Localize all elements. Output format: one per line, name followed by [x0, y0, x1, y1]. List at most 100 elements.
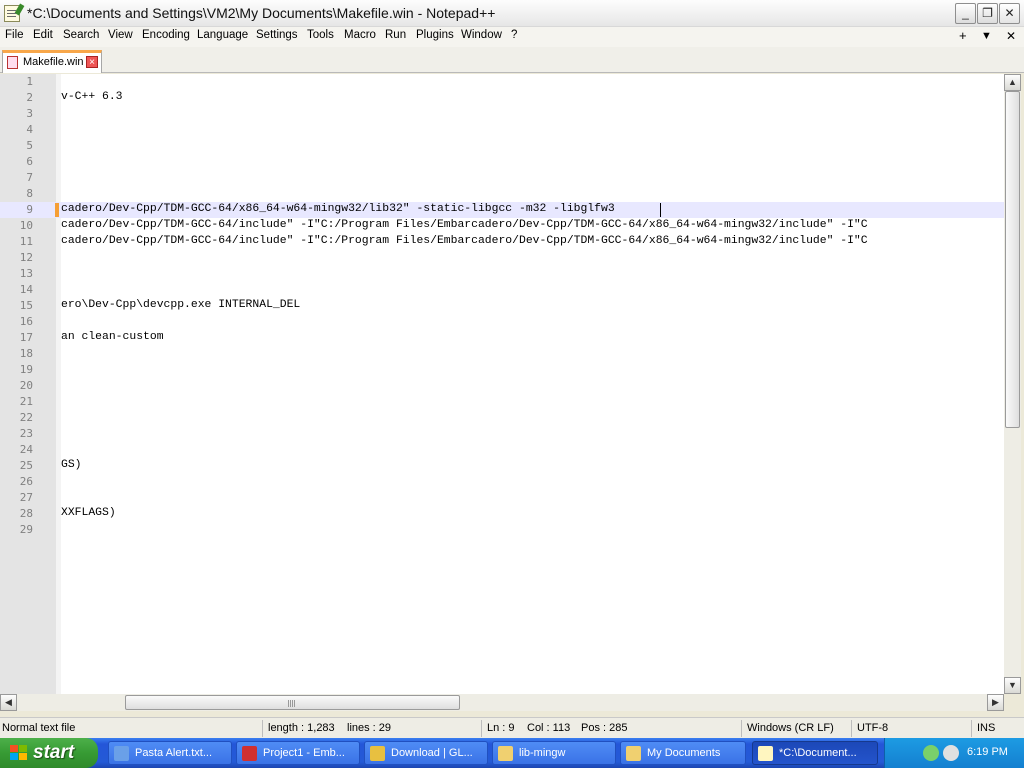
vertical-scroll-thumb[interactable]: [1005, 91, 1020, 428]
code-line[interactable]: 10 cadero/Dev-Cpp/TDM-GCC-64/include" -I"…: [0, 218, 1004, 234]
menu-run[interactable]: Run: [385, 29, 406, 41]
tab-close-icon[interactable]: ×: [86, 56, 98, 68]
taskbar-button[interactable]: lib-mingw: [492, 741, 616, 765]
code-line[interactable]: 25 GS): [0, 458, 1004, 474]
code-line[interactable]: 19: [0, 362, 1004, 378]
code-line[interactable]: 14: [0, 282, 1004, 298]
menu-encoding[interactable]: Encoding: [142, 29, 190, 41]
tab-makefile-win[interactable]: Makefile.win ×: [2, 50, 102, 73]
taskbar-button-label: Download | GL...: [391, 747, 473, 759]
code-line[interactable]: 17 an clean-custom: [0, 330, 1004, 346]
code-line[interactable]: 5: [0, 138, 1004, 154]
code-line[interactable]: 13: [0, 266, 1004, 282]
code-line[interactable]: 26: [0, 474, 1004, 490]
close-button[interactable]: ✕: [999, 3, 1020, 24]
menu-file[interactable]: File: [5, 29, 24, 41]
code-line[interactable]: 22: [0, 410, 1004, 426]
taskbar-app-icon: [498, 746, 513, 761]
taskbar-button-label: Pasta Alert.txt...: [135, 747, 213, 759]
line-number: 13: [19, 267, 33, 280]
code-line[interactable]: 24: [0, 442, 1004, 458]
menu-language[interactable]: Language: [197, 29, 248, 41]
safely-remove-icon[interactable]: [943, 745, 959, 761]
line-number: 8: [26, 187, 33, 200]
status-insert-mode: INS: [977, 722, 996, 734]
line-number: 5: [26, 139, 33, 152]
tab-list-dropdown[interactable]: ▼: [981, 30, 992, 42]
code-line[interactable]: 7: [0, 170, 1004, 186]
line-number: 29: [19, 523, 33, 536]
line-text: ero\Dev-Cpp\devcpp.exe INTERNAL_DEL: [61, 299, 301, 311]
code-line[interactable]: 18: [0, 346, 1004, 362]
taskbar-button[interactable]: Download | GL...: [364, 741, 488, 765]
code-line[interactable]: 12: [0, 250, 1004, 266]
line-number: 1: [26, 75, 33, 88]
horizontal-scrollbar[interactable]: ◀ ▶: [0, 694, 1004, 711]
line-number: 11: [19, 235, 33, 248]
horizontal-scroll-thumb[interactable]: [125, 695, 460, 710]
status-file-type: Normal text file: [2, 722, 76, 734]
menu-view[interactable]: View: [108, 29, 133, 41]
status-position: Pos : 285: [581, 722, 628, 734]
scroll-down-button[interactable]: ▼: [1004, 677, 1021, 694]
code-line[interactable]: 16: [0, 314, 1004, 330]
code-line[interactable]: 3: [0, 106, 1004, 122]
status-column: Col : 113: [527, 722, 571, 734]
line-number: 9: [26, 203, 33, 216]
line-number: 18: [19, 347, 33, 360]
menu-settings[interactable]: Settings: [256, 29, 298, 41]
code-line[interactable]: 23: [0, 426, 1004, 442]
taskbar-button[interactable]: My Documents: [620, 741, 746, 765]
code-line[interactable]: 27: [0, 490, 1004, 506]
scroll-right-button[interactable]: ▶: [987, 694, 1004, 711]
menu-search[interactable]: Search: [63, 29, 99, 41]
code-line[interactable]: 1: [0, 74, 1004, 90]
code-line[interactable]: 15 ero\Dev-Cpp\devcpp.exe INTERNAL_DEL: [0, 298, 1004, 314]
scroll-up-button[interactable]: ▲: [1004, 74, 1021, 91]
clock: 6:19 PM: [967, 746, 1008, 758]
minimize-button[interactable]: _: [955, 3, 976, 24]
taskbar-button[interactable]: Pasta Alert.txt...: [108, 741, 232, 765]
vertical-scrollbar[interactable]: ▲ ▼: [1004, 74, 1021, 694]
close-document-button[interactable]: ✕: [1006, 29, 1016, 43]
line-number: 15: [19, 299, 33, 312]
status-separator: [851, 720, 852, 737]
line-number: 3: [26, 107, 33, 120]
code-line[interactable]: 9 cadero/Dev-Cpp/TDM-GCC-64/x86_64-w64-mi…: [0, 202, 1004, 218]
code-line[interactable]: 29: [0, 522, 1004, 538]
code-line[interactable]: 4: [0, 122, 1004, 138]
editor-area[interactable]: 1 2 v-C++ 6.3 3 4 5 6 7 8 9 cadero/Dev-Cpp/TDM-GCC…: [0, 74, 1004, 694]
menu-macro[interactable]: Macro: [344, 29, 376, 41]
code-line[interactable]: 2 v-C++ 6.3: [0, 90, 1004, 106]
line-number: 17: [19, 331, 33, 344]
status-line: Ln : 9: [487, 722, 515, 734]
code-line[interactable]: 28 XXFLAGS): [0, 506, 1004, 522]
taskbar-button[interactable]: *C:\Document...: [752, 741, 878, 765]
code-line[interactable]: 11 cadero/Dev-Cpp/TDM-GCC-64/include" -I"…: [0, 234, 1004, 250]
taskbar-app-icon: [370, 746, 385, 761]
change-history-marker: [55, 203, 59, 217]
menu-window[interactable]: Window: [461, 29, 502, 41]
line-number: 23: [19, 427, 33, 440]
system-tray: 6:19 PM: [884, 738, 1024, 768]
notepad-plus-plus-icon[interactable]: [4, 3, 25, 22]
restore-button[interactable]: ❐: [977, 3, 998, 24]
taskbar-button-label: lib-mingw: [519, 747, 566, 759]
menu-help[interactable]: ?: [511, 29, 517, 41]
menu-bar: File Edit Search View Encoding Language …: [0, 27, 1024, 47]
code-line[interactable]: 6: [0, 154, 1004, 170]
new-tab-button[interactable]: +: [959, 28, 967, 43]
menu-edit[interactable]: Edit: [33, 29, 53, 41]
scroll-left-button[interactable]: ◀: [0, 694, 17, 711]
menu-tools[interactable]: Tools: [307, 29, 334, 41]
start-button[interactable]: start: [0, 738, 98, 768]
taskbar-button[interactable]: Project1 - Emb...: [236, 741, 360, 765]
code-line[interactable]: 8: [0, 186, 1004, 202]
line-text: cadero/Dev-Cpp/TDM-GCC-64/include" -I"C:…: [61, 235, 868, 247]
network-icon[interactable]: [923, 745, 939, 761]
line-number: 10: [19, 219, 33, 232]
status-bar: Normal text file length : 1,283 lines : …: [0, 717, 1024, 738]
code-line[interactable]: 20: [0, 378, 1004, 394]
menu-plugins[interactable]: Plugins: [416, 29, 454, 41]
code-line[interactable]: 21: [0, 394, 1004, 410]
